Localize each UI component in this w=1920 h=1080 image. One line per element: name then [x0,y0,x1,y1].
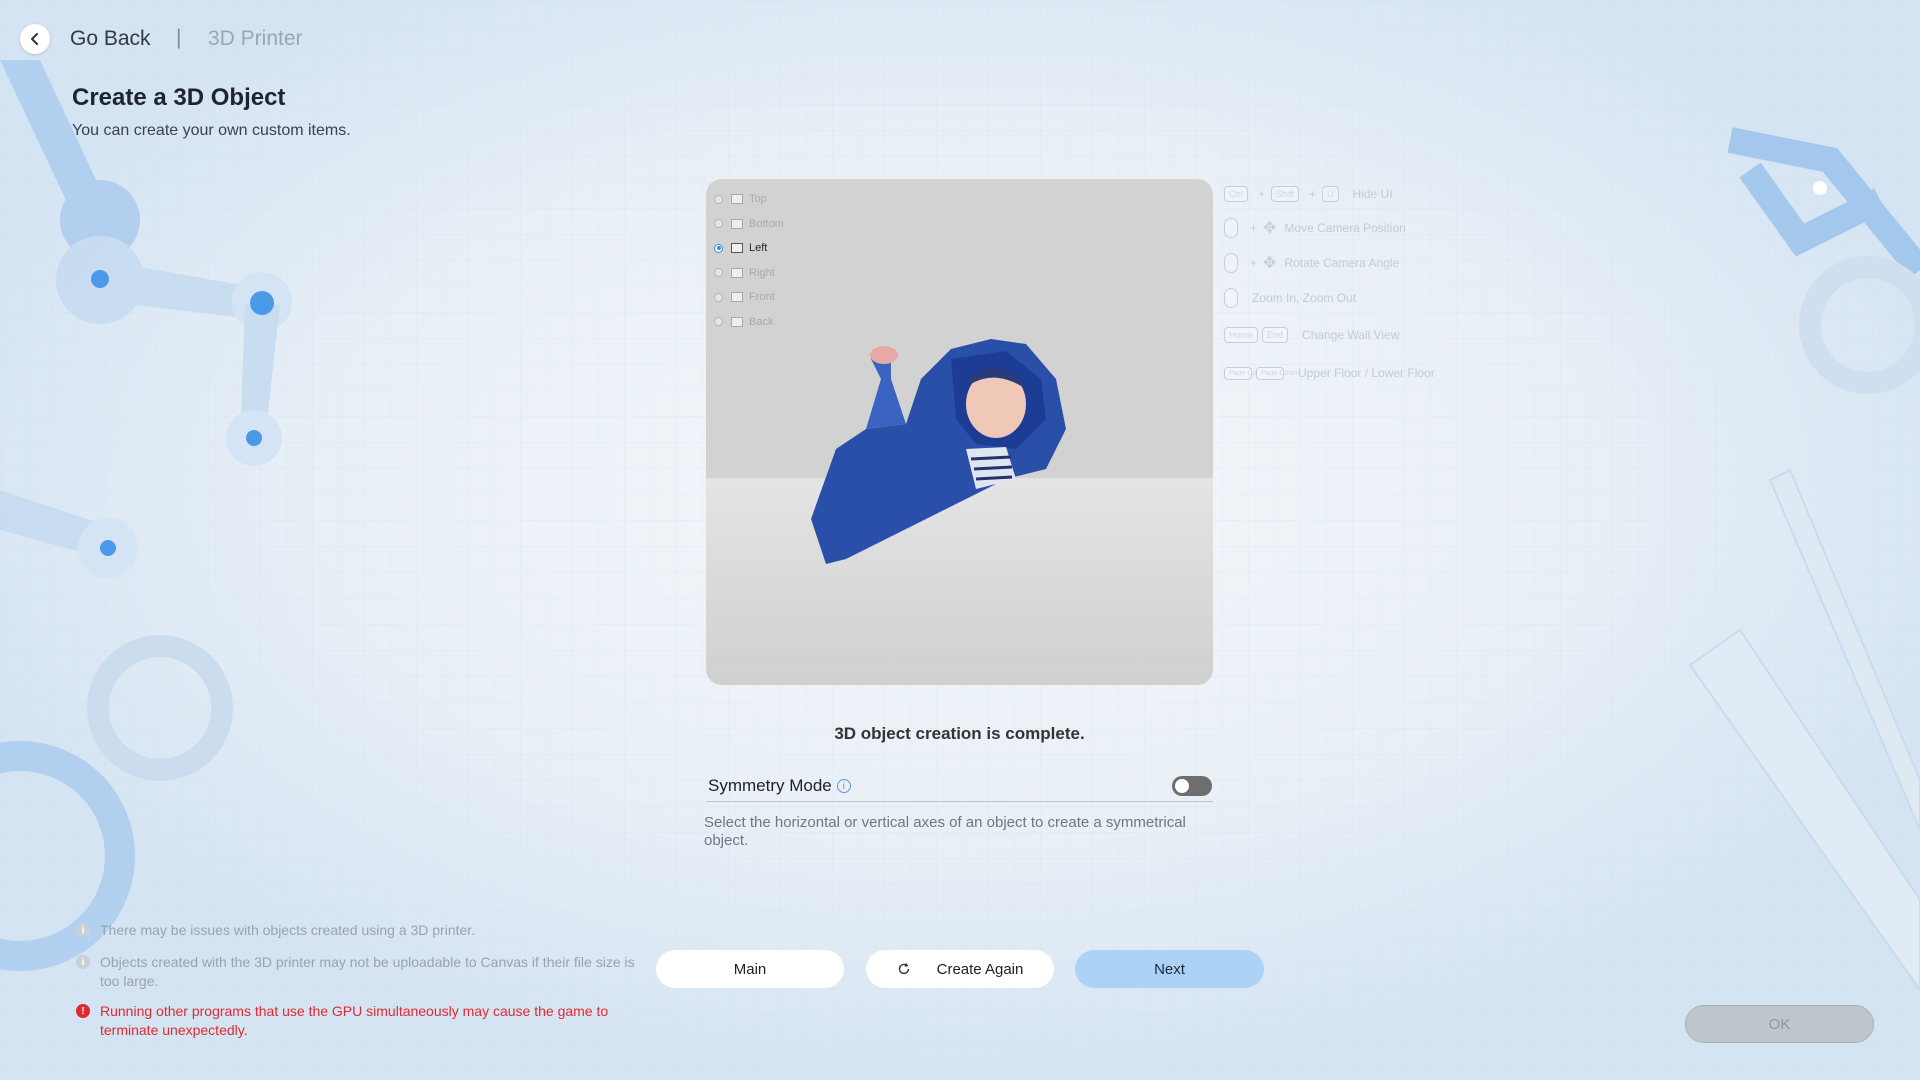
view-direction-list: Top Bottom Left Right Front Back [714,187,784,334]
notice-text: Running other programs that use the GPU … [100,1003,609,1038]
hint-label: Upper Floor / Lower Floor [1298,366,1435,380]
view-option-label: Back [749,315,774,328]
key-shift: Shift [1271,186,1300,202]
info-icon[interactable]: i [836,779,851,793]
radio-icon [714,194,723,204]
view-option-label: Right [749,266,775,279]
header-separator: | [176,26,182,49]
hint-label: Rotate Camera Angle [1284,256,1400,270]
view-option-label: Top [749,193,767,206]
radio-icon [714,268,723,278]
view-option-right[interactable]: Right [714,261,784,286]
ok-button[interactable]: OK [1685,1005,1874,1043]
hint-zoom: Zoom In, Zoom Out [1224,288,1356,308]
view-right-icon [731,267,743,278]
create-again-button[interactable]: Create Again [866,950,1054,988]
move-icon: ✥ [1263,220,1277,237]
hint-hide-ui: Ctrl + Shift + U Hide UI [1224,186,1393,202]
hint-wall-view: Home End Change Wall View [1224,327,1399,343]
symmetry-mode-text: Symmetry Mode [708,776,832,795]
next-button-label: Next [1154,960,1185,978]
view-option-left[interactable]: Left [714,236,784,261]
view-option-top[interactable]: Top [714,187,784,212]
view-option-bottom[interactable]: Bottom [714,212,784,237]
key-page-down: Page Down [1256,366,1297,380]
view-option-label: Bottom [749,217,784,230]
mouse-left-icon [1224,218,1238,238]
hint-rotate-camera: + ✥ Rotate Camera Angle [1224,253,1399,273]
divider [706,801,1213,802]
notice-item: i Objects created with the 3D printer ma… [76,953,636,991]
view-option-label: Front [749,291,775,304]
main-button[interactable]: Main [656,950,844,988]
radio-icon [714,219,723,229]
symmetry-mode-label: Symmetry Mode i [708,776,851,796]
key-home: Home [1224,327,1259,343]
go-back-label[interactable]: Go Back [70,27,151,51]
refresh-icon [898,963,909,975]
symmetry-mode-toggle[interactable] [1172,776,1212,796]
hint-label: Zoom In, Zoom Out [1252,291,1357,305]
ok-button-label: OK [1768,1015,1791,1033]
mouse-wheel-icon [1224,288,1238,308]
main-button-label: Main [733,960,767,978]
notice-text: Objects created with the 3D printer may … [100,954,635,989]
radio-icon [714,317,723,327]
warning-notice: ! Running other programs that use the GP… [76,1002,636,1040]
key-ctrl: Ctrl [1224,186,1248,202]
info-icon: i [76,955,90,969]
notice-item: i There may be issues with objects creat… [76,921,636,940]
key-u: U [1322,186,1339,202]
hint-move-camera: + ✥ Move Camera Position [1224,218,1406,238]
view-option-back[interactable]: Back [714,310,784,335]
view-option-front[interactable]: Front [714,285,784,310]
next-button[interactable]: Next [1075,950,1264,988]
page-subtitle: You can create your own custom items. [72,122,351,139]
toggle-knob [1175,779,1189,793]
warning-icon: ! [76,1004,90,1018]
page-title: Create a 3D Object [72,84,286,111]
create-again-label: Create Again [936,960,1024,978]
chevron-left-icon [31,33,38,45]
hint-label: Change Wall View [1302,328,1400,342]
key-page-up: Page Up [1224,366,1256,380]
section-title: 3D Printer [208,27,303,50]
hint-label: Hide UI [1352,187,1393,201]
mouse-right-icon [1224,253,1238,273]
view-left-icon [731,243,743,254]
hint-floor: Page Up Page Down Upper Floor / Lower Fl… [1224,366,1435,380]
notice-text: There may be issues with objects created… [100,922,476,938]
radio-icon [714,292,723,302]
info-icon: i [76,923,90,937]
move-icon: ✥ [1263,255,1277,272]
creation-status: 3D object creation is complete. [834,724,1085,743]
hint-label: Move Camera Position [1284,221,1406,235]
model-preview-panel[interactable]: Top Bottom Left Right Front Back [706,179,1213,685]
view-top-icon [731,194,743,205]
view-bottom-icon [731,218,743,229]
radio-icon [714,243,723,253]
symmetry-mode-description: Select the horizontal or vertical axes o… [704,814,1186,849]
view-front-icon [731,292,743,303]
view-back-icon [731,316,743,327]
back-button[interactable] [20,24,50,54]
view-option-label: Left [749,242,768,255]
key-end: End [1262,327,1289,343]
